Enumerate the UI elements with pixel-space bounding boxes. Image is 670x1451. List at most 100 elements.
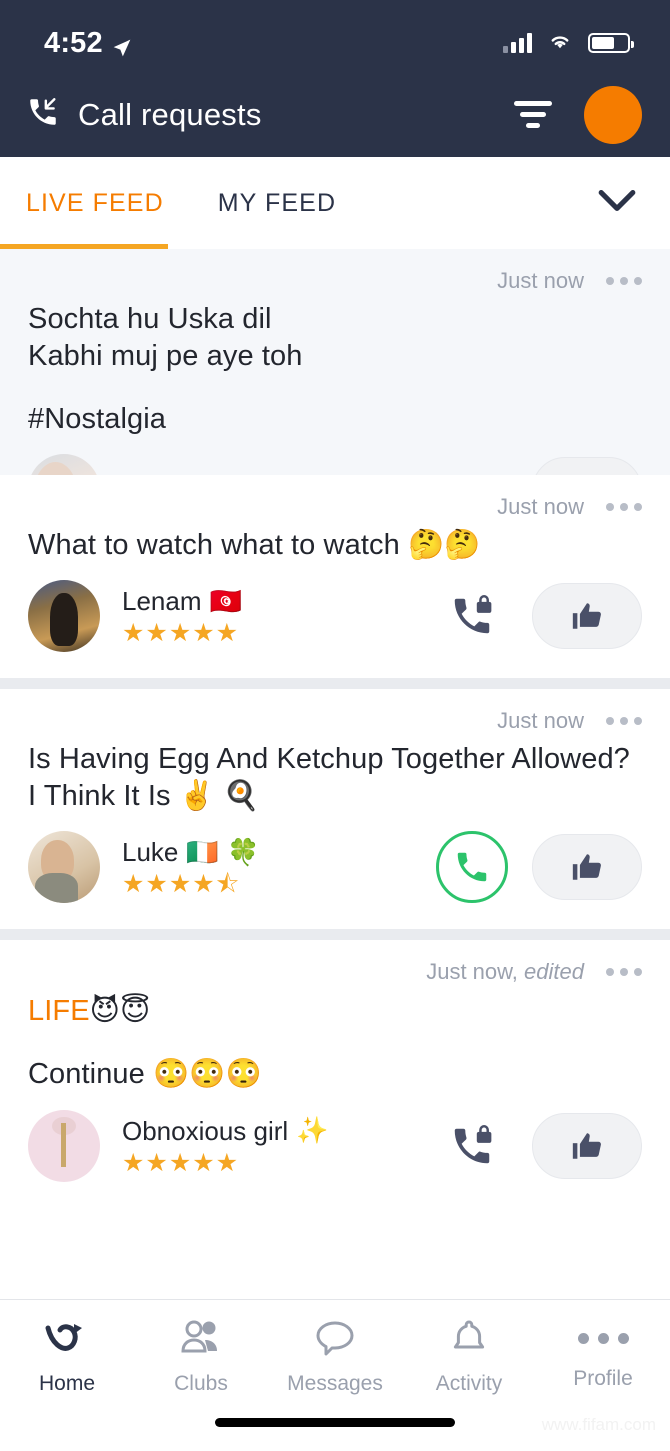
tab-live-feed[interactable]: LIVE FEED xyxy=(26,189,218,218)
chevron-down-icon[interactable] xyxy=(598,189,636,218)
clock-label: 4:52 xyxy=(44,26,103,59)
avatar[interactable] xyxy=(28,454,100,475)
post-text-highlight-emoji: 😈😇 xyxy=(89,993,151,1028)
status-bar: 4:52 xyxy=(0,0,670,72)
post-text-line-2: Kabhi muj pe aye toh xyxy=(28,340,303,373)
nav-item-profile[interactable]: Profile xyxy=(536,1318,670,1391)
like-button[interactable] xyxy=(532,834,642,901)
post-text-highlight: LIFE xyxy=(28,995,90,1028)
post-meta: Just now xyxy=(0,249,670,295)
post-meta: Just now xyxy=(0,475,670,521)
status-bar-right xyxy=(503,31,634,56)
post-meta: Just now, edited xyxy=(0,940,670,986)
app-screen: 4:52 Call requests LIVE FEED MY FEED Jus… xyxy=(0,0,670,1451)
watermark: www.fifam.com xyxy=(541,1415,656,1434)
post-edited-label: edited xyxy=(524,959,584,985)
like-button[interactable] xyxy=(532,1112,642,1179)
thumbs-up-icon xyxy=(572,854,601,881)
author-info: Obnoxious girl ✨ ★★★★★ xyxy=(122,1116,436,1176)
app-header: Call requests xyxy=(0,72,670,157)
author-name: Lenam xyxy=(122,586,202,617)
rating-stars-value: ★★★★⯪ xyxy=(122,870,241,899)
post-card[interactable]: Just now Sochta hu Uska dil Kabhi muj pe… xyxy=(0,249,670,475)
post-feed[interactable]: Just now Sochta hu Uska dil Kabhi muj pe… xyxy=(0,249,670,1208)
nav-item-clubs[interactable]: Clubs xyxy=(134,1318,268,1396)
thumbs-up-icon xyxy=(572,603,601,629)
post-text: LIFE😈😇 Continue 😳😳😳 xyxy=(0,986,670,1093)
feed-tabs: LIVE FEED MY FEED xyxy=(0,157,670,249)
nav-label-clubs: Clubs xyxy=(174,1372,228,1395)
battery-icon xyxy=(588,33,634,53)
author-name: Obnoxious girl xyxy=(122,1115,289,1146)
post-actions xyxy=(436,580,642,652)
chat-bubble-icon xyxy=(312,1318,358,1363)
card-separator xyxy=(0,929,670,941)
post-card[interactable]: Just now Is Having Egg And Ketchup Toget… xyxy=(0,689,670,930)
status-bar-left: 4:52 xyxy=(44,27,132,60)
phone-locked-icon[interactable] xyxy=(436,454,508,475)
post-actions xyxy=(436,831,642,904)
filter-icon[interactable] xyxy=(512,101,554,128)
post-hashtag[interactable]: #Nostalgia xyxy=(28,403,166,435)
post-card[interactable]: Just now, edited LIFE😈😇 Continue 😳😳😳 Obn… xyxy=(0,940,670,1208)
like-button[interactable] xyxy=(532,583,642,650)
post-text: Sochta hu Uska dil Kabhi muj pe aye toh … xyxy=(0,295,670,438)
people-icon xyxy=(178,1318,224,1363)
more-options-icon[interactable] xyxy=(606,968,642,977)
header-actions xyxy=(512,85,642,144)
more-dots-icon xyxy=(577,1318,629,1358)
avatar[interactable] xyxy=(28,831,100,904)
location-arrow-icon xyxy=(112,33,132,57)
thumbs-up-icon xyxy=(572,1132,601,1159)
author-name-row[interactable]: Luke 🇮🇪 🍀 xyxy=(122,837,436,868)
nav-item-activity[interactable]: Activity xyxy=(402,1318,536,1396)
post-timestamp: Just now xyxy=(497,494,584,519)
phone-locked-icon[interactable] xyxy=(436,1110,508,1182)
post-text: What to watch what to watch 🤔🤔 xyxy=(28,529,481,561)
rating-stars: ★★★★★ xyxy=(122,1148,240,1177)
post-author-row xyxy=(0,438,670,475)
author-name-row[interactable]: Obnoxious girl ✨ xyxy=(122,1116,436,1147)
author-info: Luke 🇮🇪 🍀 ★★★★⯪ xyxy=(122,837,436,897)
like-button[interactable] xyxy=(532,457,642,475)
post-author-row: Lenam 🇹🇳 ★★★★★ xyxy=(0,564,670,653)
cellular-signal-icon xyxy=(503,33,532,53)
header-title-group: Call requests xyxy=(26,95,262,134)
more-options-icon[interactable] xyxy=(606,717,642,726)
home-indicator xyxy=(215,1418,455,1427)
post-author-row: Obnoxious girl ✨ ★★★★★ xyxy=(0,1094,670,1182)
author-name-row[interactable]: Lenam 🇹🇳 xyxy=(122,586,436,617)
post-text-line-2: Continue 😳😳😳 xyxy=(28,1058,262,1091)
bottom-navigation: Home Clubs Messages Activity Profile www… xyxy=(0,1299,670,1451)
post-actions xyxy=(436,454,642,475)
phone-locked-icon[interactable] xyxy=(436,580,508,652)
post-meta: Just now xyxy=(0,689,670,735)
post-actions xyxy=(436,1110,642,1182)
phone-call-icon[interactable] xyxy=(436,831,508,904)
more-options-icon[interactable] xyxy=(606,277,642,285)
bell-icon xyxy=(446,1318,492,1363)
nav-item-messages[interactable]: Messages xyxy=(268,1318,402,1396)
author-badge-flag: 🇮🇪 🍀 xyxy=(186,837,260,868)
rating-stars: ★★★★⯪ xyxy=(122,872,436,897)
tab-my-feed[interactable]: MY FEED xyxy=(218,189,336,218)
more-options-icon[interactable] xyxy=(606,503,642,511)
wifi-icon xyxy=(546,31,574,56)
nav-label-home: Home xyxy=(38,1372,96,1395)
page-title: Call requests xyxy=(78,96,262,132)
avatar[interactable] xyxy=(28,1109,100,1182)
post-time-value: Just now, xyxy=(426,959,518,985)
rating-stars: ★★★★★ xyxy=(122,619,240,648)
nav-label-profile: Profile xyxy=(573,1367,633,1390)
nav-label-activity: Activity xyxy=(435,1372,503,1395)
avatar[interactable] xyxy=(28,580,100,653)
nav-item-home[interactable]: Home xyxy=(0,1318,134,1396)
nav-label-messages: Messages xyxy=(287,1372,383,1395)
add-post-button[interactable] xyxy=(584,85,642,144)
incoming-call-icon xyxy=(26,95,60,134)
post-timestamp: Just now xyxy=(497,708,584,734)
post-card[interactable]: Just now What to watch what to watch 🤔🤔 … xyxy=(0,475,670,679)
author-badge-flag: 🇹🇳 xyxy=(209,586,242,617)
author-info: Lenam 🇹🇳 ★★★★★ xyxy=(122,586,436,646)
card-separator xyxy=(0,678,670,690)
